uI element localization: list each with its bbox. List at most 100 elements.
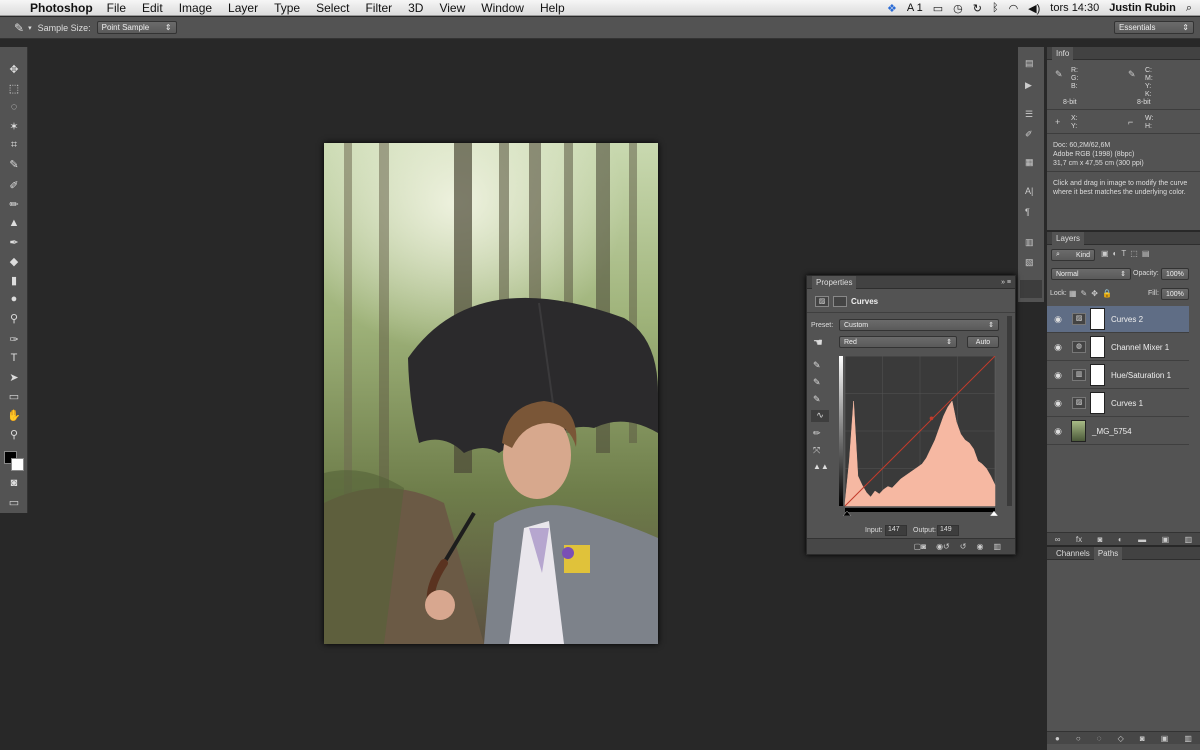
new-adjustment-icon[interactable]: ◐ (1118, 535, 1123, 544)
tab-paths[interactable]: Paths (1093, 546, 1123, 560)
move-tool-icon[interactable]: ✥ (4, 61, 24, 77)
output-value-field[interactable]: 149 (937, 525, 959, 536)
blur-tool-icon[interactable]: ● (4, 291, 24, 307)
eye-icon[interactable]: ◉ (1047, 398, 1069, 409)
stroke-path-icon[interactable]: ○ (1076, 734, 1081, 743)
clipping-warning-icon[interactable]: ▲▲ (813, 462, 829, 471)
paragraph-styles-icon[interactable]: ▦ (1025, 157, 1034, 168)
layer-mask-thumbnail[interactable] (1090, 364, 1105, 386)
hand-tool-icon[interactable]: ✋ (4, 407, 24, 423)
menu-edit[interactable]: Edit (142, 1, 163, 15)
volume-icon[interactable]: ◀) (1028, 2, 1040, 15)
layer-mask-thumbnail[interactable] (1090, 336, 1105, 358)
clip-to-layer-icon[interactable]: ▢◙ (914, 542, 926, 551)
tab-layers[interactable]: Layers (1052, 231, 1085, 245)
zoom-tool-icon[interactable]: ⚲ (4, 426, 24, 442)
blend-mode-select[interactable]: Normal ⇕ (1051, 268, 1131, 280)
eyedropper-tool-icon[interactable]: ✎ (14, 21, 24, 35)
sync-icon[interactable]: ↻ (973, 2, 982, 15)
auto-button[interactable]: Auto (967, 336, 999, 348)
menu-image[interactable]: Image (179, 1, 212, 15)
link-layers-icon[interactable]: ∞ (1055, 535, 1061, 544)
chevron-down-icon[interactable]: ▾ (28, 24, 32, 32)
eye-icon[interactable]: ◉ (1047, 426, 1069, 437)
reset-icon[interactable]: ↺ (960, 542, 967, 551)
menu-type[interactable]: Type (274, 1, 300, 15)
layer-style-button[interactable]: fx (1076, 535, 1082, 544)
history-panel-icon[interactable]: ▤ (1025, 58, 1034, 69)
eye-icon[interactable]: ◉ (1047, 314, 1069, 325)
curve-point-tool-icon[interactable]: ∿ (811, 410, 829, 422)
menu-select[interactable]: Select (316, 1, 349, 15)
channel-select[interactable]: Red ⇕ (839, 336, 957, 348)
background-color-swatch[interactable] (11, 458, 24, 471)
view-previous-icon[interactable]: ◉↺ (936, 542, 950, 551)
tab-channels[interactable]: Channels (1052, 547, 1094, 560)
layer-row-channel-mixer-1[interactable]: ◉ ◍ Channel Mixer 1 (1047, 334, 1189, 361)
spotlight-icon[interactable]: ⌕ (1186, 2, 1192, 15)
layer-mask-thumbnail[interactable] (1090, 308, 1105, 330)
layer-mask-thumbnail[interactable] (1090, 392, 1105, 414)
input-value-field[interactable]: 147 (885, 525, 907, 536)
menu-view[interactable]: View (439, 1, 465, 15)
mask-icon[interactable] (833, 296, 847, 307)
black-point-eyedropper-icon[interactable]: ✎ (813, 360, 821, 371)
bluetooth-icon[interactable]: ᛒ (992, 2, 999, 14)
curves-graph[interactable] (839, 356, 999, 516)
menu-window[interactable]: Window (481, 1, 524, 15)
magic-wand-tool-icon[interactable]: ✶ (4, 118, 24, 134)
lasso-tool-icon[interactable]: ◌ (4, 99, 24, 115)
workspace-select[interactable]: Essentials ⇕ (1114, 21, 1194, 34)
adobe-status[interactable]: A 1 (907, 2, 923, 14)
paragraph-panel-icon[interactable]: ¶ (1025, 207, 1030, 217)
menu-layer[interactable]: Layer (228, 1, 258, 15)
eraser-tool-icon[interactable]: ◆ (4, 253, 24, 269)
curve-control-point[interactable] (929, 416, 934, 421)
panel-menu-icon[interactable]: » ≡ (1001, 279, 1011, 286)
clock[interactable]: tors 14:30 (1050, 2, 1099, 14)
tab-properties[interactable]: Properties (812, 275, 857, 289)
visibility-eye-icon[interactable]: ◉ (976, 542, 983, 551)
eye-icon[interactable]: ◉ (1047, 342, 1069, 353)
quick-mask-icon[interactable]: ◙ (4, 475, 24, 491)
dodge-tool-icon[interactable]: ⚲ (4, 310, 24, 326)
canvas-photo[interactable] (324, 143, 658, 644)
preset-select[interactable]: Custom ⇕ (839, 319, 999, 331)
smooth-curve-icon[interactable]: ⤧ (813, 445, 820, 456)
dropbox-icon[interactable]: ❖ (887, 2, 897, 15)
user-name[interactable]: Justin Rubin (1109, 2, 1176, 14)
trash-icon[interactable]: ▥ (1184, 734, 1192, 743)
clone-stamp-tool-icon[interactable]: ▲ (4, 215, 24, 231)
fill-input[interactable]: 100% (1161, 288, 1189, 300)
scrollbar[interactable] (1007, 316, 1012, 506)
tool-presets-icon[interactable]: ▧ (1025, 257, 1034, 268)
layer-row-hue-saturation-1[interactable]: ◉ ▥ Hue/Saturation 1 (1047, 362, 1189, 389)
load-selection-icon[interactable]: ◌ (1097, 734, 1102, 743)
image-layer-thumbnail[interactable] (1071, 420, 1086, 442)
white-point-eyedropper-icon[interactable]: ✎ (813, 394, 821, 405)
marquee-tool-icon[interactable]: ⬚ (4, 80, 24, 96)
sample-size-select[interactable]: Point Sample ⇕ (96, 21, 177, 34)
time-machine-icon[interactable]: ◷ (953, 2, 963, 15)
type-tool-icon[interactable]: T (4, 350, 24, 366)
adjustments-panel-icon[interactable]: ☰ (1025, 109, 1033, 120)
app-name[interactable]: Photoshop (30, 1, 93, 15)
wifi-icon[interactable]: ◠ (1009, 2, 1019, 15)
actions-panel-icon[interactable]: ▶ (1025, 80, 1032, 91)
menu-3d[interactable]: 3D (408, 1, 423, 15)
lock-icons[interactable]: ▦✎✥🔒 (1069, 289, 1116, 298)
layer-row-curves-2[interactable]: ◉ ▨ Curves 2 (1047, 306, 1189, 333)
trash-icon[interactable]: ▥ (993, 542, 1001, 551)
history-brush-tool-icon[interactable]: ✒ (4, 234, 24, 250)
brush-tool-icon[interactable]: ✏ (4, 196, 24, 212)
character-panel-icon[interactable]: A| (1025, 186, 1033, 196)
properties-panel-icon[interactable] (1020, 280, 1042, 298)
make-path-icon[interactable]: ◇ (1118, 734, 1124, 743)
add-mask-icon[interactable]: ◙ (1098, 535, 1103, 544)
display-icon[interactable]: ▭ (933, 2, 943, 15)
tab-info[interactable]: Info (1052, 46, 1074, 60)
eye-icon[interactable]: ◉ (1047, 370, 1069, 381)
layer-row-background-image[interactable]: ◉ _MG_5754 (1047, 418, 1189, 445)
notes-panel-icon[interactable]: ▥ (1025, 237, 1034, 248)
pencil-tool-icon[interactable]: ✏ (813, 428, 821, 439)
